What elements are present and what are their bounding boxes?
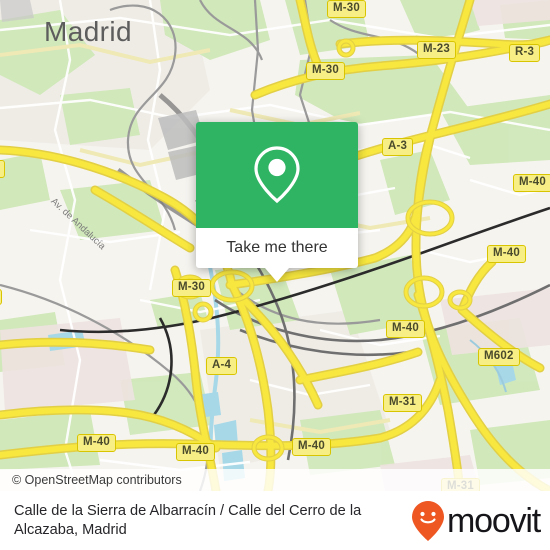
popup-pointer-tail <box>265 268 289 282</box>
shield-m31-mid[interactable]: M-31 <box>383 394 423 412</box>
moovit-logo: moovit <box>411 500 541 541</box>
map-canvas[interactable]: Madrid Av. de Andalucía M-30 M-23 R-3 M-… <box>0 0 550 491</box>
shield-m602[interactable]: M602 <box>478 348 520 366</box>
shield-a3[interactable]: A-3 <box>382 138 414 156</box>
shield-r3[interactable]: R-3 <box>509 44 541 62</box>
shield-m30-top[interactable]: M-30 <box>327 0 367 18</box>
shield-m40-east[interactable]: M-40 <box>513 174 550 192</box>
moovit-pin-icon <box>412 500 445 541</box>
shield-a4[interactable]: A-4 <box>206 357 238 375</box>
map-pin-icon <box>254 146 300 204</box>
caption-bar: Calle de la Sierra de Albarracín / Calle… <box>0 491 550 550</box>
shield-m40-south[interactable]: M-40 <box>176 443 216 461</box>
moovit-wordmark: moovit <box>447 501 541 540</box>
shield-m30-west[interactable]: M-30 <box>172 279 212 297</box>
take-me-there-label: Take me there <box>226 239 328 256</box>
popup-pin-area <box>196 122 358 228</box>
shield-m40-south-mid[interactable]: M-40 <box>292 438 332 456</box>
map-city-label: Madrid <box>44 16 132 47</box>
shield-edge-west-upper[interactable]: 0 <box>0 160 5 178</box>
shield-m40-southwest[interactable]: M-40 <box>77 434 117 452</box>
take-me-there-button[interactable]: Take me there <box>196 228 358 268</box>
shield-m23[interactable]: M-23 <box>417 41 457 59</box>
shield-edge-west-lower[interactable] <box>0 289 2 305</box>
shield-m40-south-east[interactable]: M-40 <box>386 320 426 338</box>
moovit-station-map-screen: Madrid Av. de Andalucía M-30 M-23 R-3 M-… <box>0 0 550 550</box>
shield-m30-north[interactable]: M-30 <box>306 62 346 80</box>
osm-attribution: © OpenStreetMap contributors <box>0 469 550 491</box>
shield-m40-east-lower[interactable]: M-40 <box>487 245 527 263</box>
station-popup-card[interactable]: Take me there <box>196 122 358 282</box>
location-title: Calle de la Sierra de Albarracín / Calle… <box>14 502 362 538</box>
